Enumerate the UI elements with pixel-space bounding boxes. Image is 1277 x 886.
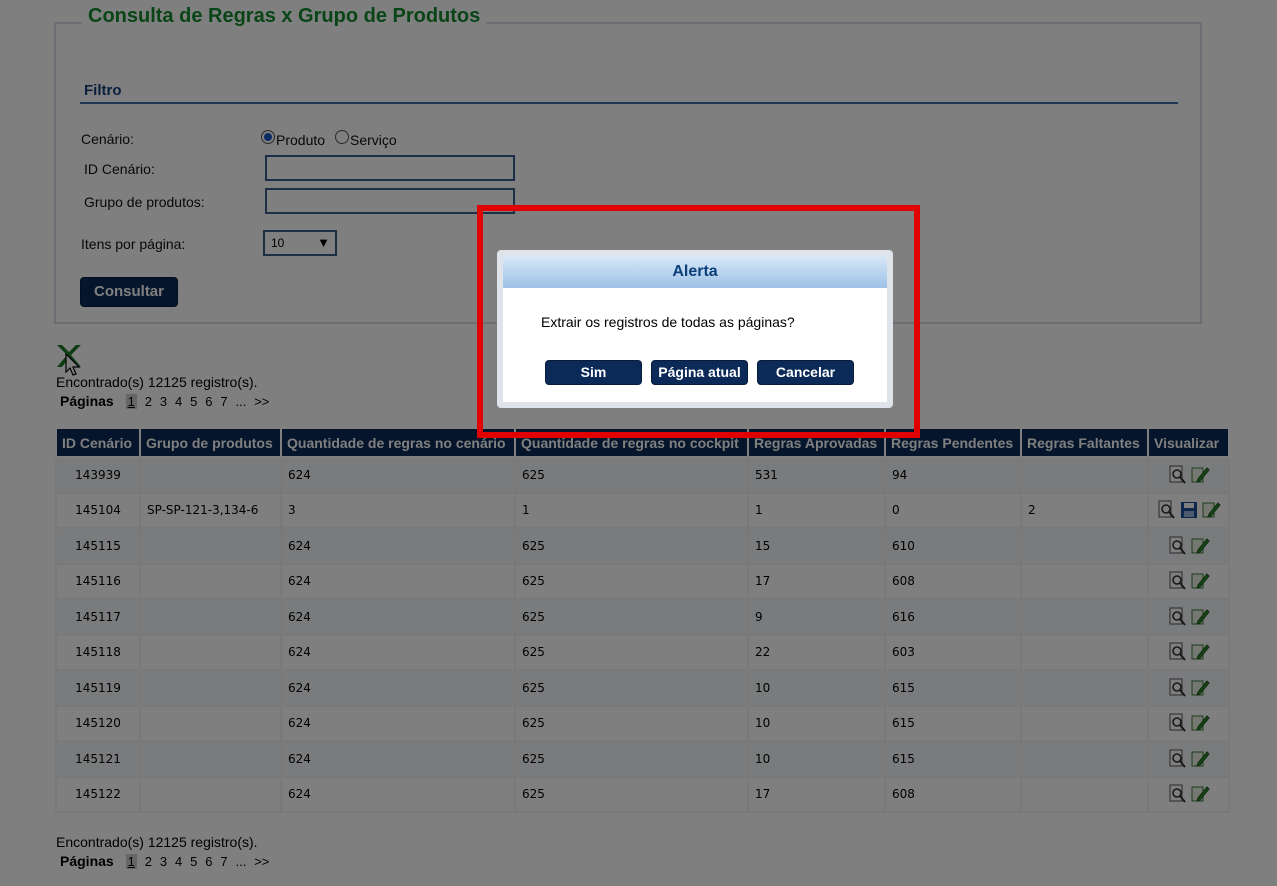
alert-dialog: Alerta Extrair os registros de todas as … bbox=[497, 250, 893, 408]
sim-button[interactable]: Sim bbox=[545, 360, 642, 385]
page: Consulta de Regras x Grupo de Produtos F… bbox=[0, 0, 1277, 886]
cancelar-button[interactable]: Cancelar bbox=[757, 360, 854, 385]
alert-dialog-message: Extrair os registros de todas as páginas… bbox=[541, 314, 795, 330]
pagina-atual-button[interactable]: Página atual bbox=[651, 360, 748, 385]
modal-overlay bbox=[0, 0, 1277, 886]
alert-dialog-title: Alerta bbox=[503, 256, 887, 288]
